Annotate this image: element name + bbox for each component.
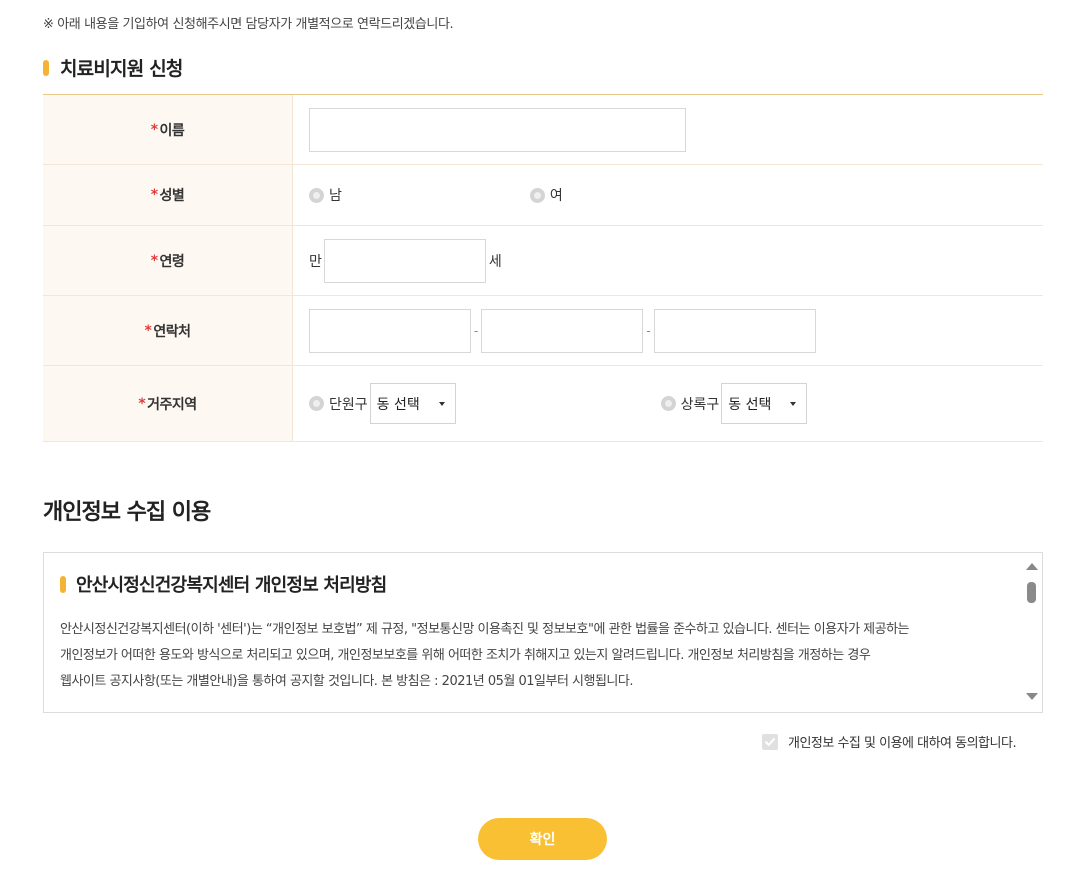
privacy-agree-label: 개인정보 수집 및 이용에 대하여 동의합니다.	[788, 736, 1017, 751]
name-label: 이름	[159, 122, 185, 139]
required-mark: *	[150, 187, 158, 203]
region-label-cell: * 거주지역	[43, 366, 293, 441]
policy-text-line: 웹사이트 공지사항(또는 개별안내)을 통하여 공지할 것입니다. 본 방침은 …	[60, 674, 633, 689]
phone-part1-input[interactable]	[309, 308, 471, 353]
caret-down-icon	[790, 402, 797, 406]
age-label-cell: * 연령	[43, 226, 293, 295]
gender-label-cell: * 성별	[43, 165, 293, 225]
scroll-thumb[interactable]	[1027, 582, 1036, 603]
age-field-cell: 만 세	[293, 226, 1043, 295]
scroll-down-arrow-icon[interactable]	[1026, 693, 1038, 700]
phone-dash: -	[474, 323, 479, 338]
gender-label: 성별	[159, 188, 185, 204]
policy-text: 안산시정신건강복지센터(이하 '센터')는 “개인정보 보호법” 제 규정, "…	[60, 617, 1010, 695]
section-title-text: 치료비지원 신청	[60, 58, 183, 80]
application-form: * 이름 * 성별 남 여 * 연령 만 세 * 연락처 - - * 거주지역 …	[43, 94, 1043, 442]
gender-female-radio[interactable]: 여	[529, 185, 563, 205]
age-prefix: 만	[309, 253, 322, 270]
privacy-policy-box[interactable]: 안산시정신건강복지센터 개인정보 처리방침 안산시정신건강복지센터(이하 '센터…	[43, 552, 1043, 713]
radio-icon	[660, 396, 676, 411]
form-row-age: * 연령 만 세	[43, 226, 1043, 296]
radio-icon	[309, 396, 324, 411]
gender-male-label: 남	[329, 188, 342, 204]
form-row-name: * 이름	[43, 95, 1043, 165]
policy-text-line: 안산시정신건강복지센터(이하 '센터')는 “개인정보 보호법” 제 규정, "…	[60, 622, 910, 637]
title-accent-bar	[60, 575, 66, 593]
gender-field-cell: 남 여	[293, 165, 1043, 225]
region-label: 거주지역	[147, 396, 197, 413]
title-accent-bar	[43, 59, 49, 76]
region-sangnok-label: 상록구	[680, 396, 720, 413]
age-suffix: 세	[488, 253, 502, 270]
region-danwon-label: 단원구	[329, 396, 368, 413]
required-mark: *	[150, 252, 158, 269]
required-mark: *	[138, 395, 146, 412]
form-row-gender: * 성별 남 여	[43, 165, 1043, 226]
age-input[interactable]	[323, 238, 486, 283]
required-mark: *	[144, 322, 152, 339]
required-mark: *	[150, 121, 158, 138]
sangnok-dong-select[interactable]: 동 선택	[721, 383, 808, 424]
section-title: 치료비지원 신청	[43, 54, 183, 81]
policy-title: 안산시정신건강복지센터 개인정보 처리방침	[60, 571, 1010, 597]
contact-field-cell: - -	[293, 296, 1043, 365]
region-danwon-radio[interactable]: 단원구	[309, 394, 368, 414]
radio-icon	[529, 187, 545, 203]
age-label: 연령	[159, 253, 185, 270]
checkbox-icon	[762, 733, 778, 750]
confirm-button[interactable]: 확인	[478, 818, 607, 860]
phone-part3-input[interactable]	[653, 308, 816, 353]
region-field-cell: 단원구 동 선택 상록구 동 선택	[293, 366, 1043, 441]
policy-content: 안산시정신건강복지센터 개인정보 처리방침 안산시정신건강복지센터(이하 '센터…	[60, 571, 1010, 695]
phone-dash: -	[646, 323, 651, 338]
privacy-heading: 개인정보 수집 이용	[43, 500, 211, 525]
select-value: 동 선택	[376, 396, 420, 413]
name-input[interactable]	[309, 107, 686, 152]
caret-down-icon	[438, 402, 445, 406]
form-row-region: * 거주지역 단원구 동 선택 상록구 동 선택	[43, 366, 1043, 442]
phone-part2-input[interactable]	[481, 308, 644, 353]
privacy-agree-checkbox[interactable]: 개인정보 수집 및 이용에 대하여 동의합니다.	[762, 732, 1017, 751]
name-field-cell	[293, 95, 1043, 164]
danwon-dong-select[interactable]: 동 선택	[369, 383, 456, 424]
select-value: 동 선택	[728, 396, 772, 413]
radio-icon	[309, 187, 324, 203]
scroll-up-arrow-icon[interactable]	[1026, 563, 1038, 570]
form-row-contact: * 연락처 - -	[43, 296, 1043, 366]
gender-female-label: 여	[549, 188, 563, 204]
contact-label-cell: * 연락처	[43, 296, 293, 365]
contact-label: 연락처	[153, 323, 191, 340]
policy-text-line: 개인정보가 어떠한 용도와 방식으로 처리되고 있으며, 개인정보보호를 위해 …	[60, 648, 871, 663]
checkmark-icon	[765, 737, 775, 746]
policy-title-text: 안산시정신건강복지센터 개인정보 처리방침	[76, 575, 387, 596]
region-sangnok-radio[interactable]: 상록구	[660, 394, 720, 414]
gender-male-radio[interactable]: 남	[309, 185, 342, 205]
name-label-cell: * 이름	[43, 95, 293, 164]
policy-scrollbar[interactable]	[1022, 553, 1042, 712]
notice-text: ※ 아래 내용을 기입하여 신청해주시면 담당자가 개별적으로 연락드리겠습니다…	[43, 17, 454, 32]
